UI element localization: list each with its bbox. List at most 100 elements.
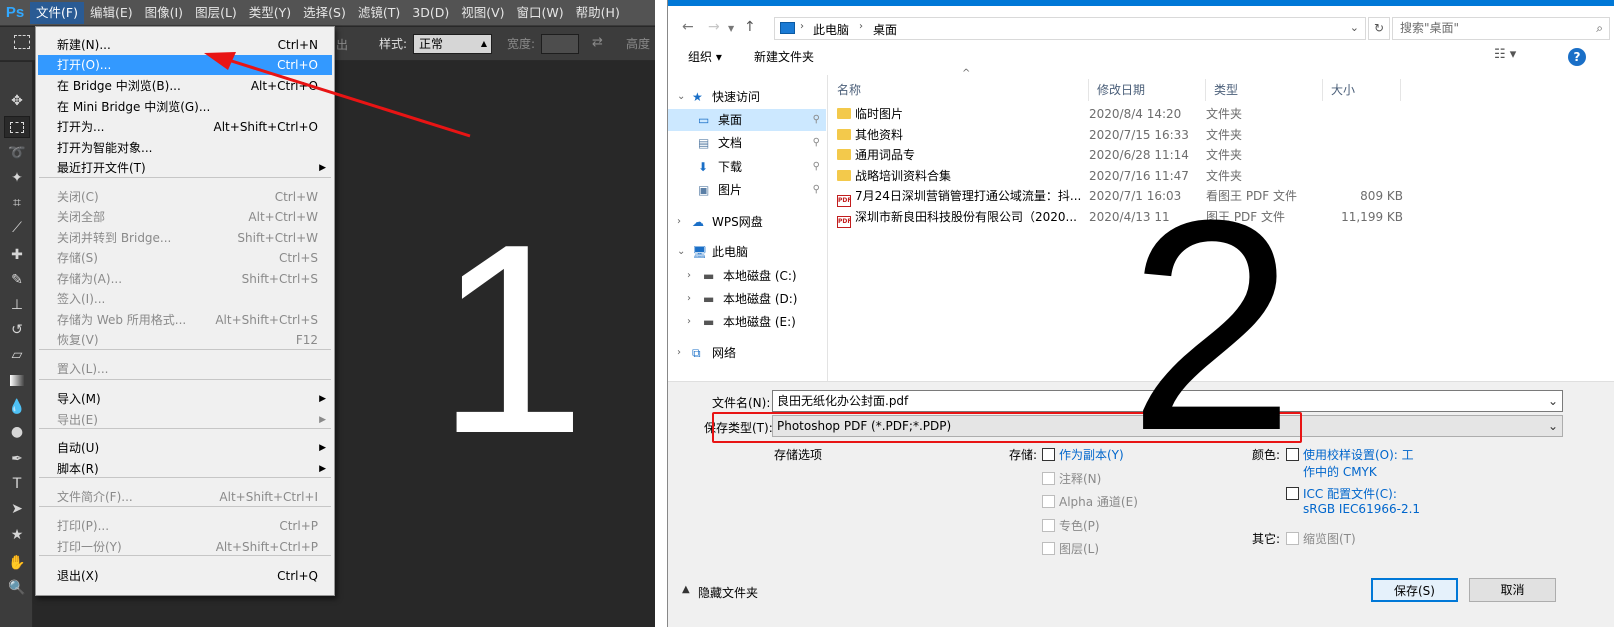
gradient-tool-icon[interactable] xyxy=(4,370,30,392)
blur-tool-icon[interactable]: 💧 xyxy=(4,396,30,418)
ps-menu-item[interactable]: 窗口(W) xyxy=(511,2,570,24)
expand-chevron-icon[interactable]: ⌄ xyxy=(677,86,687,108)
filename-dropdown-icon[interactable]: ⌄ xyxy=(1548,391,1558,411)
nav-item[interactable]: ▭ 桌面 ⚲ xyxy=(668,109,826,131)
file-menu-item[interactable]: 文件简介(F)... Alt+Shift+Ctrl+I xyxy=(38,487,332,507)
collapse-chevron-icon[interactable]: › xyxy=(677,211,687,233)
file-menu-item[interactable]: 脚本(R) ▶ xyxy=(38,459,332,479)
collapse-chevron-icon[interactable]: › xyxy=(687,288,697,310)
shape-tool-icon[interactable]: ★ xyxy=(4,524,30,546)
width-input[interactable] xyxy=(541,34,579,54)
store-option-checkbox[interactable] xyxy=(1042,448,1055,461)
refresh-icon[interactable]: ↻ xyxy=(1368,17,1390,40)
store-option-checkbox[interactable] xyxy=(1042,495,1055,508)
up-icon[interactable]: ↑ xyxy=(744,19,756,35)
nav-item[interactable]: › ☁ WPS网盘 xyxy=(668,211,826,233)
store-option-checkbox[interactable] xyxy=(1042,542,1055,555)
nav-item[interactable]: ▤ 文档 ⚲ xyxy=(668,132,826,154)
store-option[interactable]: 注释(N) xyxy=(1042,470,1101,487)
address-bar[interactable]: › 此电脑 › 桌面 ⌄ xyxy=(774,17,1366,40)
col-type-header[interactable]: 类型 xyxy=(1206,79,1323,101)
ps-menu-item[interactable]: 选择(S) xyxy=(297,2,352,24)
file-menu-item[interactable]: 在 Bridge 中浏览(B)... Alt+Ctrl+O xyxy=(38,76,332,96)
file-menu-item[interactable]: 打开(O)... Ctrl+O xyxy=(38,55,332,75)
file-row[interactable]: PDF 7月24日深圳营销管理打通公域流量：抖... 2020/7/1 16:03 看… xyxy=(837,186,1403,207)
store-option[interactable]: 图层(L) xyxy=(1042,540,1099,557)
healing-brush-icon[interactable]: ✚ xyxy=(4,244,30,266)
nav-item[interactable]: ⬇ 下载 ⚲ xyxy=(668,156,826,178)
file-menu-item[interactable]: 关闭全部 Alt+Ctrl+W xyxy=(38,207,332,227)
col-name-header[interactable]: 名称 xyxy=(829,79,1089,101)
hide-folders-chevron-icon[interactable]: ▲ xyxy=(682,584,690,595)
history-brush-icon[interactable]: ↺ xyxy=(4,319,30,341)
expand-chevron-icon[interactable]: ⌄ xyxy=(677,241,687,263)
stamp-tool-icon[interactable]: ⊥ xyxy=(4,294,30,316)
ps-menu-item[interactable]: 视图(V) xyxy=(455,2,510,24)
ps-menu-item[interactable]: 类型(Y) xyxy=(243,2,297,24)
file-menu-item[interactable]: 导出(E) ▶ xyxy=(38,410,332,430)
file-menu-item[interactable]: 导入(M) ▶ xyxy=(38,389,332,409)
address-dropdown-icon[interactable]: ⌄ xyxy=(1350,21,1359,34)
back-icon[interactable]: ← xyxy=(682,19,694,35)
help-icon[interactable]: ? xyxy=(1568,48,1586,66)
brush-tool-icon[interactable]: ✎ xyxy=(4,269,30,291)
type-tool-icon[interactable]: T xyxy=(4,473,30,495)
proof-setup-option[interactable]: 使用校样设置(O): 工 作中的 CMYK xyxy=(1286,446,1414,480)
recent-chevron-icon[interactable]: ▼ xyxy=(728,24,734,33)
col-size-header[interactable]: 大小 xyxy=(1323,79,1401,101)
store-option[interactable]: 作为副本(Y) xyxy=(1042,446,1124,463)
eraser-tool-icon[interactable]: ▱ xyxy=(4,344,30,366)
collapse-chevron-icon[interactable]: › xyxy=(677,342,687,364)
filetype-dropdown-icon[interactable]: ⌄ xyxy=(1548,416,1558,436)
move-tool-icon[interactable]: ✥ xyxy=(4,90,30,112)
ps-menu-item[interactable]: 图层(L) xyxy=(189,2,243,24)
file-menu-item[interactable]: 存储为(A)... Shift+Ctrl+S xyxy=(38,269,332,289)
new-folder-button[interactable]: 新建文件夹 xyxy=(754,48,814,65)
path-select-icon[interactable]: ➤ xyxy=(4,498,30,520)
crop-tool-icon[interactable]: ⌗ xyxy=(4,192,30,214)
file-row[interactable]: 战略培训资料合集 2020/7/16 11:47 文件夹 xyxy=(837,166,1397,186)
hand-tool-icon[interactable]: ✋ xyxy=(4,552,30,574)
lasso-tool-icon[interactable]: ➰ xyxy=(4,142,30,164)
forward-icon[interactable]: → xyxy=(708,19,720,35)
ps-menu-item[interactable]: 编辑(E) xyxy=(84,2,139,24)
store-option[interactable]: Alpha 通道(E) xyxy=(1042,493,1138,510)
store-option-checkbox[interactable] xyxy=(1042,471,1055,485)
breadcrumb-pc[interactable]: 此电脑 xyxy=(813,21,849,38)
file-menu-item[interactable]: 退出(X) Ctrl+Q xyxy=(38,566,332,586)
file-row[interactable]: 其他资料 2020/7/15 16:33 文件夹 xyxy=(837,125,1397,145)
view-options-icon[interactable]: ☷ ▾ xyxy=(1494,47,1516,62)
nav-item[interactable]: › ⧉ 网络 xyxy=(668,342,826,364)
file-menu-item[interactable]: 打开为... Alt+Shift+Ctrl+O xyxy=(38,117,332,137)
breadcrumb-desktop[interactable]: 桌面 xyxy=(873,21,897,38)
nav-item[interactable]: › ▬ 本地磁盘 (C:) xyxy=(668,265,826,287)
search-input[interactable]: 搜索"桌面" ⌕ xyxy=(1392,17,1610,40)
magic-wand-icon[interactable]: ✦ xyxy=(4,167,30,189)
file-row[interactable]: PDF 深圳市新良田科技股份有限公司（2020... 2020/4/13 11 图王 … xyxy=(837,207,1403,228)
ps-menu-item[interactable]: 3D(D) xyxy=(406,2,455,24)
file-menu-item[interactable]: 存储为 Web 所用格式... Alt+Shift+Ctrl+S xyxy=(38,310,332,330)
ps-menu-item[interactable]: 滤镜(T) xyxy=(352,2,406,24)
file-menu-item[interactable]: 打开为智能对象... xyxy=(38,138,332,158)
collapse-chevron-icon[interactable]: › xyxy=(687,265,697,287)
icc-profile-option[interactable]: ICC 配置文件(C): sRGB IEC61966-2.1 xyxy=(1286,485,1420,516)
file-menu-item[interactable]: 存储(S) Ctrl+S xyxy=(38,248,332,268)
store-option[interactable]: 专色(P) xyxy=(1042,517,1100,534)
file-menu-item[interactable]: 打印一份(Y) Alt+Shift+Ctrl+P xyxy=(38,537,332,557)
file-menu-item[interactable]: 自动(U) ▶ xyxy=(38,438,332,458)
eyedropper-icon[interactable]: ⟋ xyxy=(4,217,30,239)
hide-folders-link[interactable]: 隐藏文件夹 xyxy=(698,584,758,601)
thumbnail-option[interactable]: 缩览图(T) xyxy=(1286,530,1356,547)
nav-item[interactable]: ▣ 图片 ⚲ xyxy=(668,179,826,201)
nav-item[interactable]: › ▬ 本地磁盘 (E:) xyxy=(668,311,826,333)
style-select[interactable]: 正常 ▲ xyxy=(413,34,492,54)
dodge-tool-icon[interactable]: ● xyxy=(4,421,30,443)
file-menu-item[interactable]: 关闭并转到 Bridge... Shift+Ctrl+W xyxy=(38,228,332,248)
file-row[interactable]: 通用词品专 2020/6/28 11:14 文件夹 xyxy=(837,145,1397,165)
save-button[interactable]: 保存(S) xyxy=(1371,578,1458,602)
file-row[interactable]: 临时图片 2020/8/4 14:20 文件夹 xyxy=(837,104,1397,124)
organize-button[interactable]: 组织 ▾ xyxy=(688,48,722,65)
thumbnail-checkbox[interactable] xyxy=(1286,532,1299,545)
file-menu-item[interactable]: 关闭(C) Ctrl+W xyxy=(38,187,332,207)
file-menu-item[interactable]: 新建(N)... Ctrl+N xyxy=(38,35,332,55)
